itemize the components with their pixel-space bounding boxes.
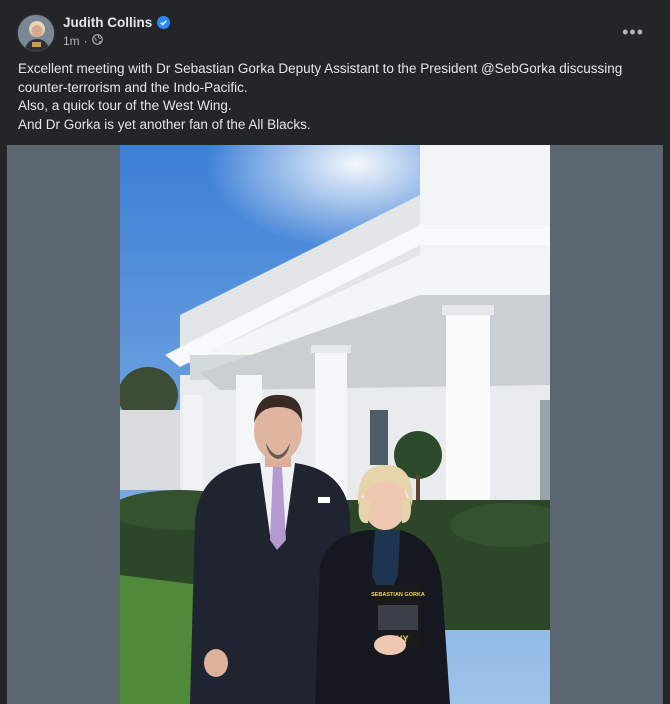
post-photo[interactable]: SEBASTIAN GORKA WHY — [120, 145, 550, 704]
book-title-top: SEBASTIAN GORKA — [371, 592, 425, 598]
caption-line: And Dr Gorka is yet another fan of the A… — [18, 116, 311, 132]
avatar-image — [18, 15, 54, 51]
photo-scene: SEBASTIAN GORKA WHY — [120, 145, 550, 704]
author-name[interactable]: Judith Collins — [63, 15, 152, 30]
caption-line: Excellent meeting with Dr Sebastian Gork… — [18, 61, 623, 95]
verified-badge-icon — [157, 16, 171, 29]
post-timestamp[interactable]: 1m — [63, 34, 80, 48]
caption-line: Also, a quick tour of the West Wing. — [18, 98, 232, 113]
globe-icon — [91, 34, 103, 48]
more-options-icon[interactable]: ••• — [622, 22, 644, 43]
post-caption: Excellent meeting with Dr Sebastian Gork… — [18, 60, 658, 134]
post-media[interactable]: SEBASTIAN GORKA WHY — [7, 145, 663, 704]
facebook-post: Judith Collins 1m · ••• Excellent meetin… — [0, 0, 670, 704]
author-avatar[interactable] — [17, 14, 55, 52]
separator-dot: · — [83, 34, 88, 48]
